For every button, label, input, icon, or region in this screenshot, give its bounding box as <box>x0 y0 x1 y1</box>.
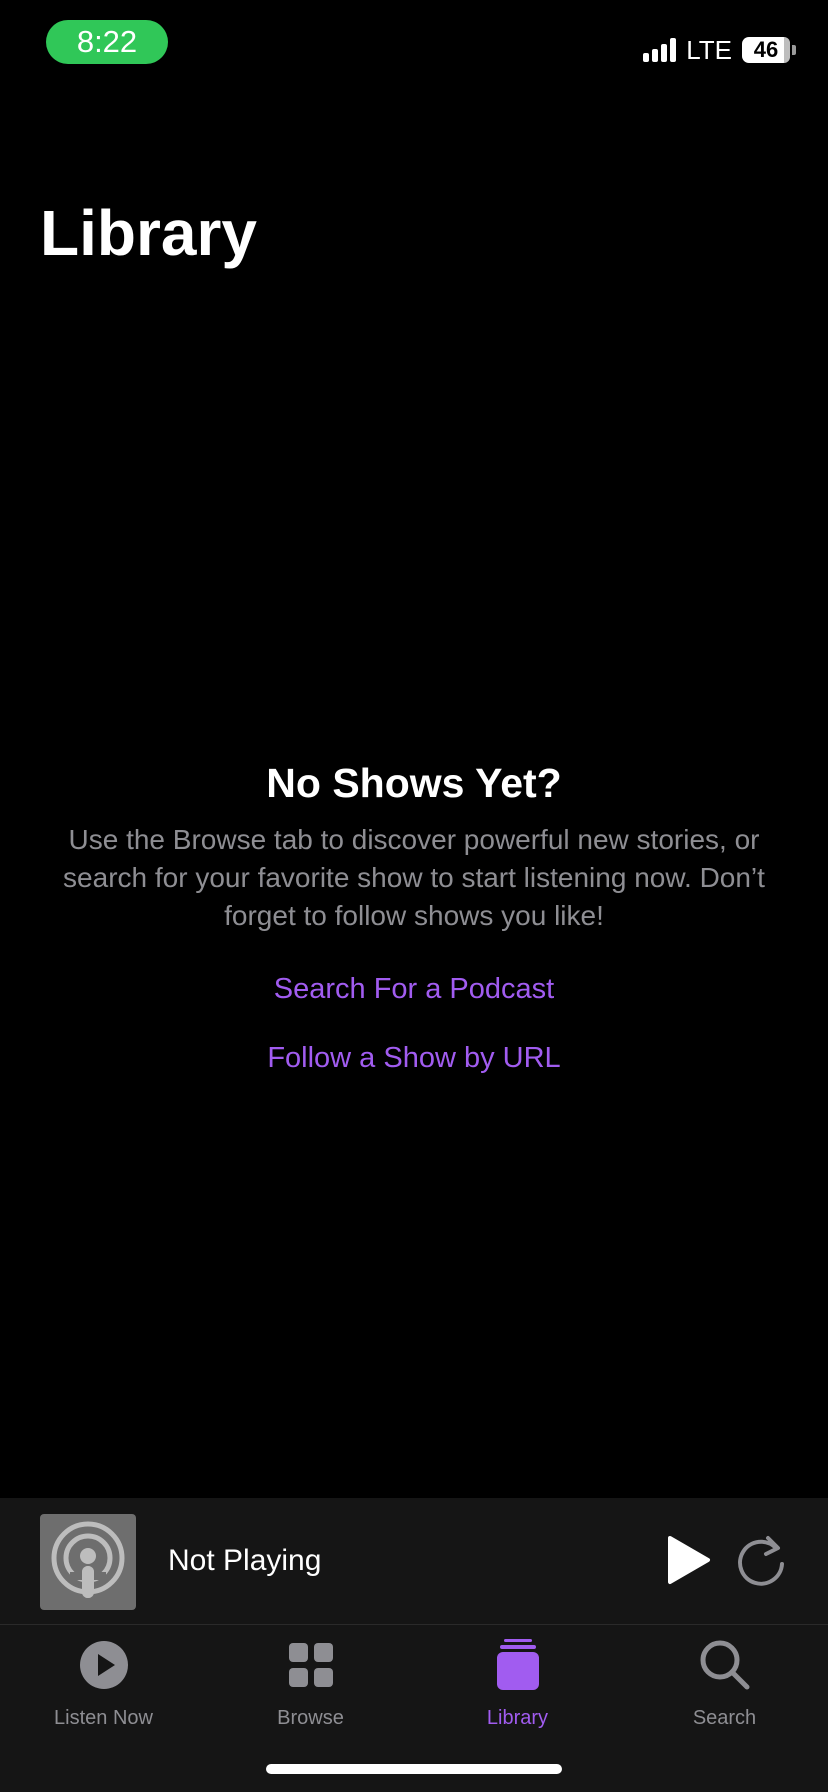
status-indicators: LTE 46 <box>643 34 796 66</box>
play-button[interactable] <box>664 1534 712 1586</box>
page-title: Library <box>40 197 257 269</box>
play-circle-icon <box>78 1639 130 1691</box>
cellular-signal-icon <box>643 38 677 62</box>
skip-forward-icon <box>738 1536 784 1586</box>
tab-label: Browse <box>277 1707 344 1729</box>
network-type: LTE <box>686 34 732 65</box>
tab-browse[interactable]: Browse <box>207 1625 414 1735</box>
tab-label: Search <box>692 1707 757 1729</box>
grid-icon <box>285 1639 337 1691</box>
empty-state: No Shows Yet? Use the Browse tab to disc… <box>60 760 768 1075</box>
home-indicator[interactable] <box>266 1764 562 1774</box>
tab-label: Library <box>486 1707 549 1729</box>
empty-state-description: Use the Browse tab to discover powerful … <box>63 824 765 931</box>
tab-listen-now[interactable]: Listen Now <box>0 1625 207 1735</box>
skip-forward-button[interactable] <box>736 1532 788 1588</box>
search-podcast-link[interactable]: Search For a Podcast <box>60 973 768 1006</box>
tab-label: Listen Now <box>54 1707 153 1729</box>
status-time[interactable]: 8:22 <box>46 20 168 64</box>
now-playing-status: Not Playing <box>168 1544 322 1577</box>
library-stack-icon <box>492 1639 544 1691</box>
status-bar: 8:22 LTE 46 <box>0 0 828 96</box>
podcast-artwork-icon <box>40 1514 136 1610</box>
search-icon <box>699 1639 751 1691</box>
tab-library[interactable]: Library <box>414 1625 621 1735</box>
follow-by-url-link[interactable]: Follow a Show by URL <box>60 1042 768 1075</box>
empty-state-title: No Shows Yet? <box>266 760 562 806</box>
tab-search[interactable]: Search <box>621 1625 828 1735</box>
battery-cap-icon <box>792 45 796 55</box>
battery-level: 46 <box>753 37 779 62</box>
play-icon <box>668 1536 710 1584</box>
battery-icon: 46 <box>742 37 790 63</box>
mini-player[interactable]: Not Playing <box>0 1498 828 1625</box>
